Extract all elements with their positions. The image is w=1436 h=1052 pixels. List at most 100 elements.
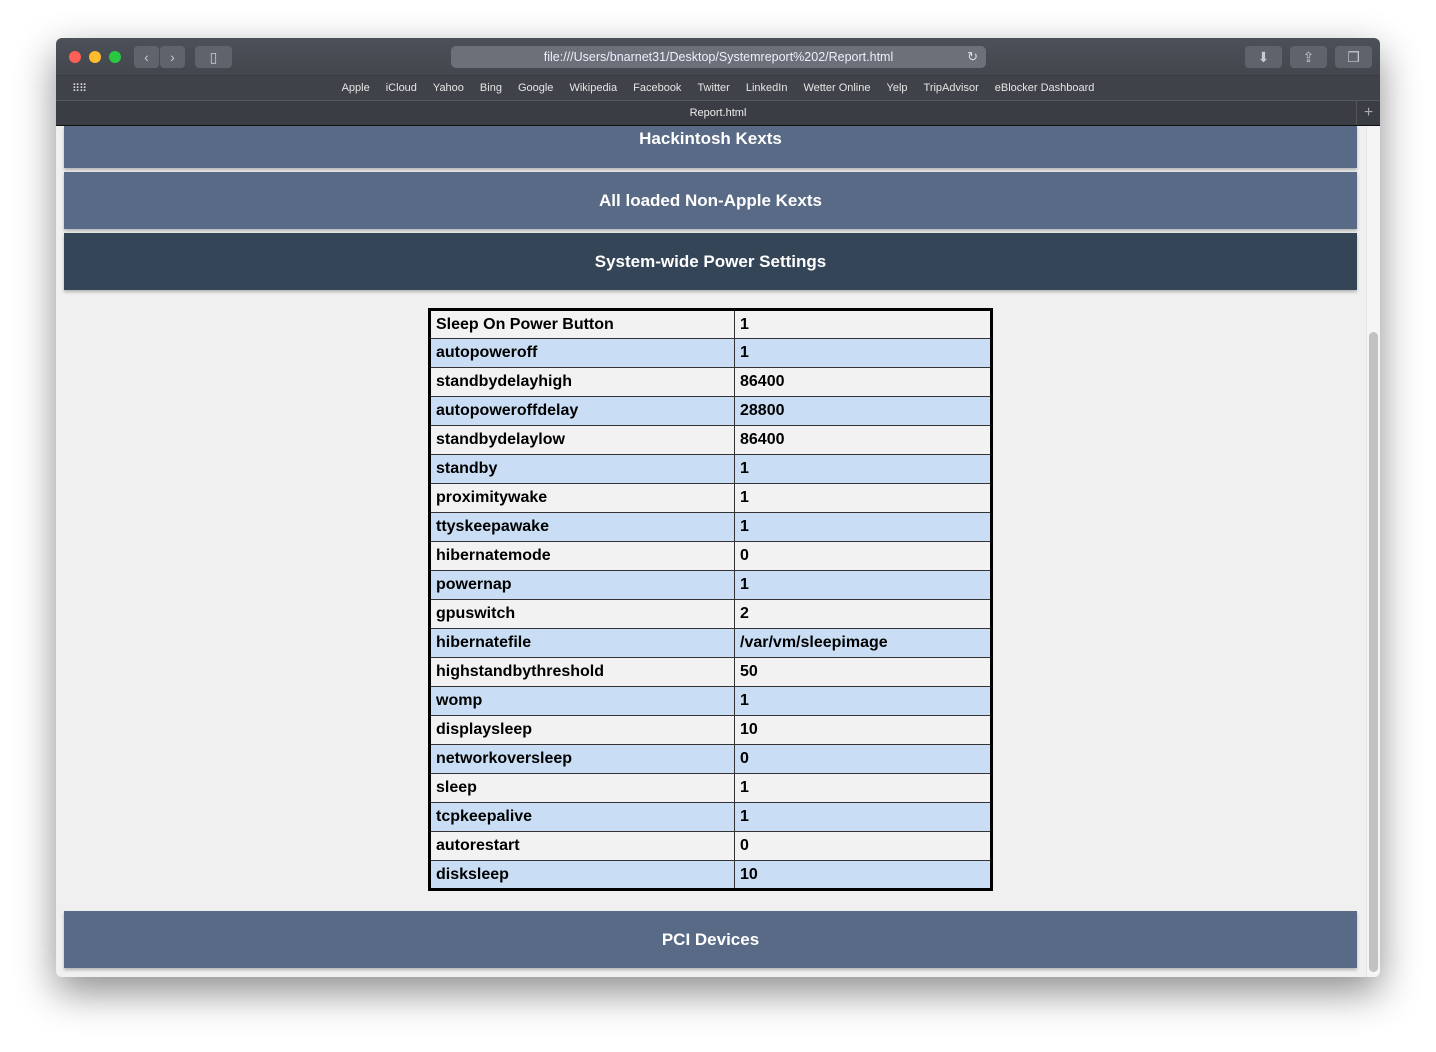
table-row: proximitywake 1 xyxy=(429,483,992,513)
bookmark[interactable]: Wikipedia xyxy=(569,82,617,94)
setting-value: 10 xyxy=(734,715,992,745)
setting-value: 50 xyxy=(734,657,992,687)
table-row: highstandbythreshold 50 xyxy=(429,657,992,687)
setting-name: ttyskeepawake xyxy=(429,512,735,542)
bookmark[interactable]: Google xyxy=(518,82,553,94)
setting-value: 1 xyxy=(734,802,992,832)
setting-name: standbydelayhigh xyxy=(429,367,735,397)
table-row: disksleep 10 xyxy=(429,860,992,890)
setting-value: 1 xyxy=(734,570,992,600)
url-text: file:///Users/bnarnet31/Desktop/Systemre… xyxy=(543,50,894,64)
table-row: displaysleep 10 xyxy=(429,715,992,745)
table-row: standbydelayhigh 86400 xyxy=(429,367,992,397)
scrollbar-track[interactable] xyxy=(1366,126,1380,977)
bookmark[interactable]: eBlocker Dashboard xyxy=(995,82,1095,94)
table-row: powernap 1 xyxy=(429,570,992,600)
setting-name: disksleep xyxy=(429,860,735,890)
bookmark[interactable]: Facebook xyxy=(633,82,681,94)
bookmark[interactable]: Yahoo xyxy=(433,82,464,94)
bookmark[interactable]: LinkedIn xyxy=(746,82,788,94)
address-bar[interactable]: file:///Users/bnarnet31/Desktop/Systemre… xyxy=(451,46,986,68)
setting-value: 1 xyxy=(734,483,992,513)
setting-name: autopoweroff xyxy=(429,338,735,368)
reload-icon[interactable]: ↻ xyxy=(967,49,978,65)
setting-name: displaysleep xyxy=(429,715,735,745)
bookmark[interactable]: Twitter xyxy=(697,82,729,94)
table-row: gpuswitch 2 xyxy=(429,599,992,629)
tabs-overview-icon[interactable]: ❐ xyxy=(1335,46,1372,68)
setting-name: hibernatefile xyxy=(429,628,735,658)
back-button[interactable]: ‹ xyxy=(134,46,159,68)
table-row: tcpkeepalive 1 xyxy=(429,802,992,832)
bookmark[interactable]: Bing xyxy=(480,82,502,94)
setting-name: proximitywake xyxy=(429,483,735,513)
setting-name: autopoweroffdelay xyxy=(429,396,735,426)
setting-name: hibernatemode xyxy=(429,541,735,571)
table-row: standby 1 xyxy=(429,454,992,484)
setting-value: 1 xyxy=(734,309,992,339)
setting-name: gpuswitch xyxy=(429,599,735,629)
setting-value: 0 xyxy=(734,744,992,774)
setting-value: 0 xyxy=(734,541,992,571)
page-content: Hackintosh Kexts All loaded Non-Apple Ke… xyxy=(56,126,1380,977)
setting-name: standby xyxy=(429,454,735,484)
setting-value: 10 xyxy=(734,860,992,890)
setting-name: highstandbythreshold xyxy=(429,657,735,687)
section-hackintosh-kexts[interactable]: Hackintosh Kexts xyxy=(64,126,1357,168)
new-tab-icon[interactable]: + xyxy=(1356,101,1380,125)
table-row: ttyskeepawake 1 xyxy=(429,512,992,542)
setting-value: 1 xyxy=(734,454,992,484)
setting-name: sleep xyxy=(429,773,735,803)
bookmark[interactable]: Yelp xyxy=(887,82,908,94)
table-row: standbydelaylow 86400 xyxy=(429,425,992,455)
tab-report[interactable]: Report.html + xyxy=(56,101,1380,126)
setting-value: 1 xyxy=(734,686,992,716)
power-settings-table: Sleep On Power Button 1 autopoweroff 1 stand… xyxy=(428,308,993,891)
section-power-settings[interactable]: System-wide Power Settings xyxy=(64,233,1357,290)
setting-value: 1 xyxy=(734,512,992,542)
setting-name: womp xyxy=(429,686,735,716)
scrollbar-thumb[interactable] xyxy=(1369,332,1378,972)
table-row: Sleep On Power Button 1 xyxy=(429,309,992,339)
table-row: womp 1 xyxy=(429,686,992,716)
zoom-button[interactable] xyxy=(109,51,121,63)
setting-name: powernap xyxy=(429,570,735,600)
table-row: autopoweroff 1 xyxy=(429,338,992,368)
setting-value: 1 xyxy=(734,338,992,368)
table-row: hibernatemode 0 xyxy=(429,541,992,571)
setting-name: Sleep On Power Button xyxy=(429,309,735,339)
table-row: autopoweroffdelay 28800 xyxy=(429,396,992,426)
setting-value: 1 xyxy=(734,773,992,803)
minimize-button[interactable] xyxy=(89,51,101,63)
table-row: networkoversleep 0 xyxy=(429,744,992,774)
close-button[interactable] xyxy=(69,51,81,63)
browser-window: ‹ › ▯ file:///Users/bnarnet31/Desktop/Sy… xyxy=(56,38,1380,977)
toolbar: ‹ › ▯ file:///Users/bnarnet31/Desktop/Sy… xyxy=(56,38,1380,76)
setting-value: /var/vm/sleepimage xyxy=(734,628,992,658)
forward-button[interactable]: › xyxy=(160,46,185,68)
bookmark[interactable]: Wetter Online xyxy=(803,82,870,94)
setting-name: networkoversleep xyxy=(429,744,735,774)
table-row: autorestart 0 xyxy=(429,831,992,861)
setting-value: 0 xyxy=(734,831,992,861)
section-non-apple-kexts[interactable]: All loaded Non-Apple Kexts xyxy=(64,172,1357,229)
sidebar-icon[interactable]: ▯ xyxy=(195,46,232,68)
section-pci-devices[interactable]: PCI Devices xyxy=(64,911,1357,968)
setting-value: 28800 xyxy=(734,396,992,426)
tab-title: Report.html xyxy=(689,107,747,119)
setting-name: tcpkeepalive xyxy=(429,802,735,832)
grid-icon[interactable]: ⠿⠿ xyxy=(72,82,87,95)
setting-name: standbydelaylow xyxy=(429,425,735,455)
setting-value: 2 xyxy=(734,599,992,629)
setting-value: 86400 xyxy=(734,367,992,397)
share-icon[interactable]: ⇪ xyxy=(1290,46,1327,68)
table-row: sleep 1 xyxy=(429,773,992,803)
bookmark[interactable]: iCloud xyxy=(386,82,417,94)
setting-name: autorestart xyxy=(429,831,735,861)
setting-value: 86400 xyxy=(734,425,992,455)
table-row: hibernatefile/var/vm/sleepimage xyxy=(429,628,992,658)
bookmark[interactable]: Apple xyxy=(342,82,370,94)
download-icon[interactable]: ⬇ xyxy=(1245,46,1282,68)
bookmarks-bar: ⠿⠿ Apple iCloud Yahoo Bing Google Wikipe… xyxy=(56,76,1380,101)
bookmark[interactable]: TripAdvisor xyxy=(924,82,979,94)
